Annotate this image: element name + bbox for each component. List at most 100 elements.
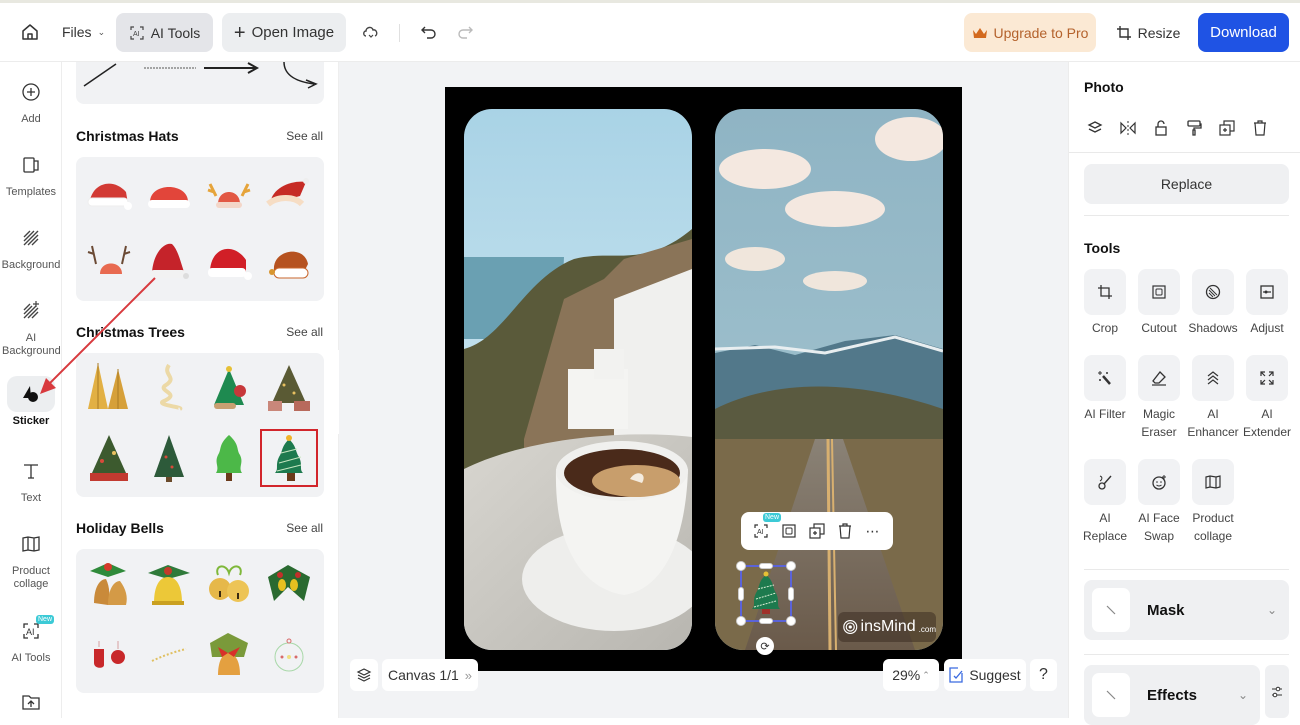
artboard[interactable]: [445, 87, 962, 671]
zoom-button[interactable]: 29% ⌃: [883, 659, 939, 691]
duplicate-button[interactable]: [805, 519, 829, 543]
upgrade-button[interactable]: Upgrade to Pro: [964, 13, 1096, 52]
more-icon: ⋯: [865, 522, 881, 539]
sticker-santa-hat-3[interactable]: [262, 167, 316, 221]
rotate-handle[interactable]: ⟳: [756, 637, 774, 655]
shadows-icon: [1205, 284, 1221, 300]
sticker-brown-hat[interactable]: [262, 235, 316, 289]
eraser-icon: [1152, 371, 1166, 386]
undo-button[interactable]: [414, 15, 444, 49]
open-image-button[interactable]: + Open Image: [222, 13, 346, 52]
sidebar-item-ai-tools[interactable]: AI New AI Tools: [0, 613, 62, 665]
sticker-santa-hat-1[interactable]: [82, 167, 136, 221]
resize-handle-top[interactable]: [759, 563, 773, 569]
tool-shadows[interactable]: Shadows: [1188, 269, 1238, 337]
cutout-icon: [1152, 285, 1166, 299]
sticker-yellow-bell[interactable]: [142, 557, 196, 611]
flip-button[interactable]: [1117, 117, 1139, 139]
sticker-green-tree[interactable]: [202, 431, 256, 485]
lock-button[interactable]: [1150, 117, 1172, 139]
sticker-reindeer-hat[interactable]: [202, 167, 256, 221]
sticker-santa-hat-5[interactable]: [202, 235, 256, 289]
sticker-tree-with-gifts[interactable]: [82, 431, 136, 485]
ai-background-icon: [23, 301, 39, 319]
more-options-button[interactable]: ⋯: [861, 519, 885, 543]
sticker-green-tree-lights-selected[interactable]: [260, 429, 318, 487]
sticker-decorated-tree[interactable]: [142, 431, 196, 485]
sticker-golden-trees[interactable]: [82, 361, 136, 415]
ai-tools-icon: AI: [23, 623, 39, 639]
tool-magic-eraser[interactable]: Magic Eraser: [1137, 355, 1181, 441]
replace-button[interactable]: Replace: [1084, 164, 1289, 204]
sticker-santa-hat-2[interactable]: [142, 167, 196, 221]
sidebar-item-label: Text: [20, 492, 42, 504]
none-slash-icon: [1106, 690, 1116, 700]
redo-button[interactable]: [450, 15, 480, 49]
sticker-decorated-tree-gifts[interactable]: [262, 361, 316, 415]
sticker-golden-bells-holly[interactable]: [82, 557, 136, 611]
resize-handle-top-left[interactable]: [736, 561, 746, 571]
sticker-jingle-bells[interactable]: [202, 557, 256, 611]
sticker-spiral-tree[interactable]: [142, 361, 196, 415]
canvas-pages-button[interactable]: Canvas 1/1 »: [382, 659, 478, 691]
help-button[interactable]: ?: [1030, 659, 1057, 691]
delete-button[interactable]: [833, 519, 857, 543]
selected-sticker[interactable]: [736, 561, 796, 626]
files-menu[interactable]: Files ⌄: [56, 15, 111, 49]
tool-ai-filter[interactable]: AI Filter: [1083, 355, 1127, 423]
sticker-holly-bells[interactable]: [262, 557, 316, 611]
cloud-save-button[interactable]: [356, 15, 386, 49]
sidebar-item-templates[interactable]: Templates: [0, 147, 62, 199]
sticker-reindeer-antlers[interactable]: [82, 235, 136, 289]
see-all-link[interactable]: See all: [286, 325, 323, 339]
sticker-cartoon-tree[interactable]: [202, 361, 256, 415]
trash-icon: [1254, 120, 1266, 136]
tool-cutout[interactable]: Cutout: [1137, 269, 1181, 337]
resize-button[interactable]: Resize: [1108, 13, 1188, 52]
home-button[interactable]: [14, 15, 46, 49]
photo-left-coffee[interactable]: [464, 109, 692, 650]
resize-handle-left[interactable]: [738, 587, 744, 601]
style-paint-button[interactable]: [1183, 117, 1205, 139]
resize-handle-bottom-left[interactable]: [736, 616, 746, 626]
cutout-button[interactable]: [777, 519, 801, 543]
see-all-link[interactable]: See all: [286, 521, 323, 535]
duplicate-button[interactable]: [1216, 117, 1238, 139]
ai-action-button[interactable]: AI New: [749, 513, 782, 543]
tool-ai-extender[interactable]: AI Extender: [1243, 355, 1291, 441]
tool-ai-enhancer[interactable]: AI Enhancer: [1187, 355, 1239, 441]
tool-ai-face-swap[interactable]: AI Face Swap: [1137, 459, 1181, 545]
sidebar-item-sticker[interactable]: Sticker: [0, 376, 62, 428]
sticker-bells-bow[interactable]: [202, 627, 256, 681]
sticker-mittens[interactable]: [82, 627, 136, 681]
effects-settings-button[interactable]: [1265, 665, 1289, 718]
svg-text:AI: AI: [757, 529, 764, 536]
download-button[interactable]: Download: [1198, 13, 1289, 52]
resize-handle-top-right[interactable]: [786, 561, 796, 571]
paint-roller-icon: [1187, 120, 1202, 136]
resize-handle-bottom-right[interactable]: [786, 616, 796, 626]
sidebar-item-product-collage[interactable]: Product collage: [0, 526, 62, 591]
sticker-santa-hat-4[interactable]: [142, 235, 196, 289]
delete-button[interactable]: [1249, 117, 1271, 139]
layer-order-button[interactable]: [1084, 117, 1106, 139]
sticker-sparkle-garland[interactable]: [142, 627, 196, 681]
tool-ai-replace[interactable]: AI Replace: [1083, 459, 1127, 545]
effects-accordion[interactable]: Effects ⌄: [1084, 665, 1260, 725]
resize-handle-bottom[interactable]: [759, 618, 773, 624]
sidebar-item-add[interactable]: Add: [0, 74, 62, 126]
layers-button[interactable]: [350, 659, 378, 691]
sticker-ornament-ball[interactable]: [262, 627, 316, 681]
tool-crop[interactable]: Crop: [1083, 269, 1127, 337]
mask-accordion[interactable]: Mask ⌄: [1084, 580, 1289, 640]
tool-adjust[interactable]: Adjust: [1245, 269, 1289, 337]
see-all-link[interactable]: See all: [286, 129, 323, 143]
sidebar-item-text[interactable]: Text: [0, 453, 62, 505]
sidebar-item-ai-background[interactable]: AI Background: [0, 293, 62, 358]
suggest-button[interactable]: Suggest: [944, 659, 1026, 691]
sidebar-item-upload[interactable]: [0, 684, 62, 723]
resize-handle-right[interactable]: [788, 587, 794, 601]
ai-tools-button[interactable]: AI AI Tools: [116, 13, 213, 52]
tool-product-collage[interactable]: Product collage: [1191, 459, 1235, 545]
sidebar-item-background[interactable]: Background: [0, 220, 62, 272]
